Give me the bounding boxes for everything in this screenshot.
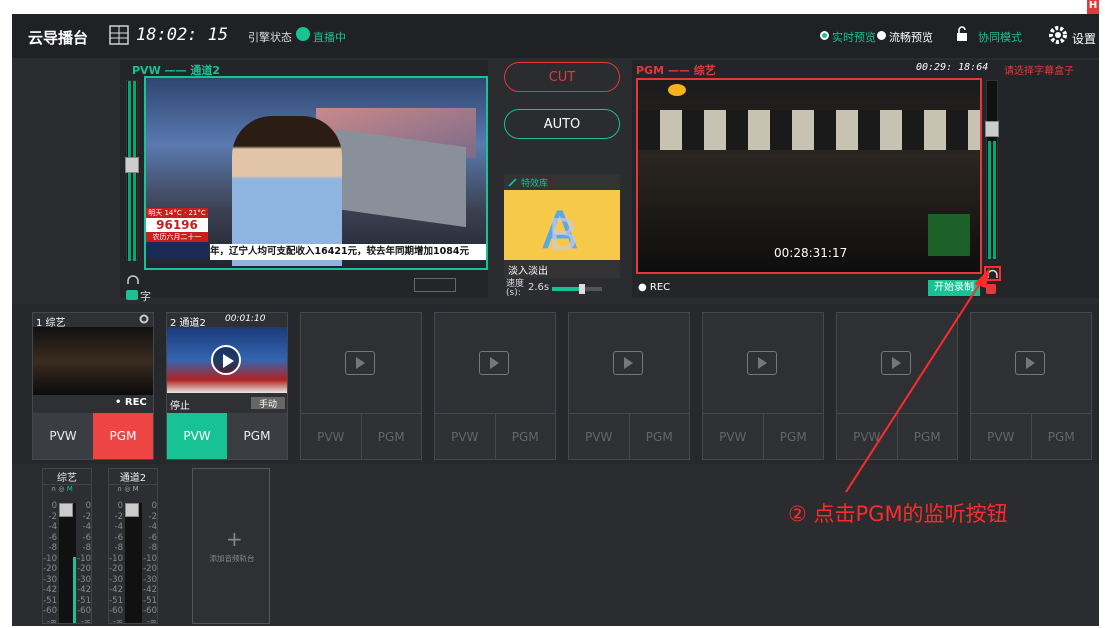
annotation-text: ② 点击PGM的监听按钮: [788, 502, 1008, 526]
director-app: 云导播台 18:02: 15 引擎状态 直播中 实时预览 流畅预览 协同模式 设…: [12, 0, 1099, 627]
annotation-arrow: [845, 268, 990, 493]
header-badge: H: [1087, 0, 1099, 14]
